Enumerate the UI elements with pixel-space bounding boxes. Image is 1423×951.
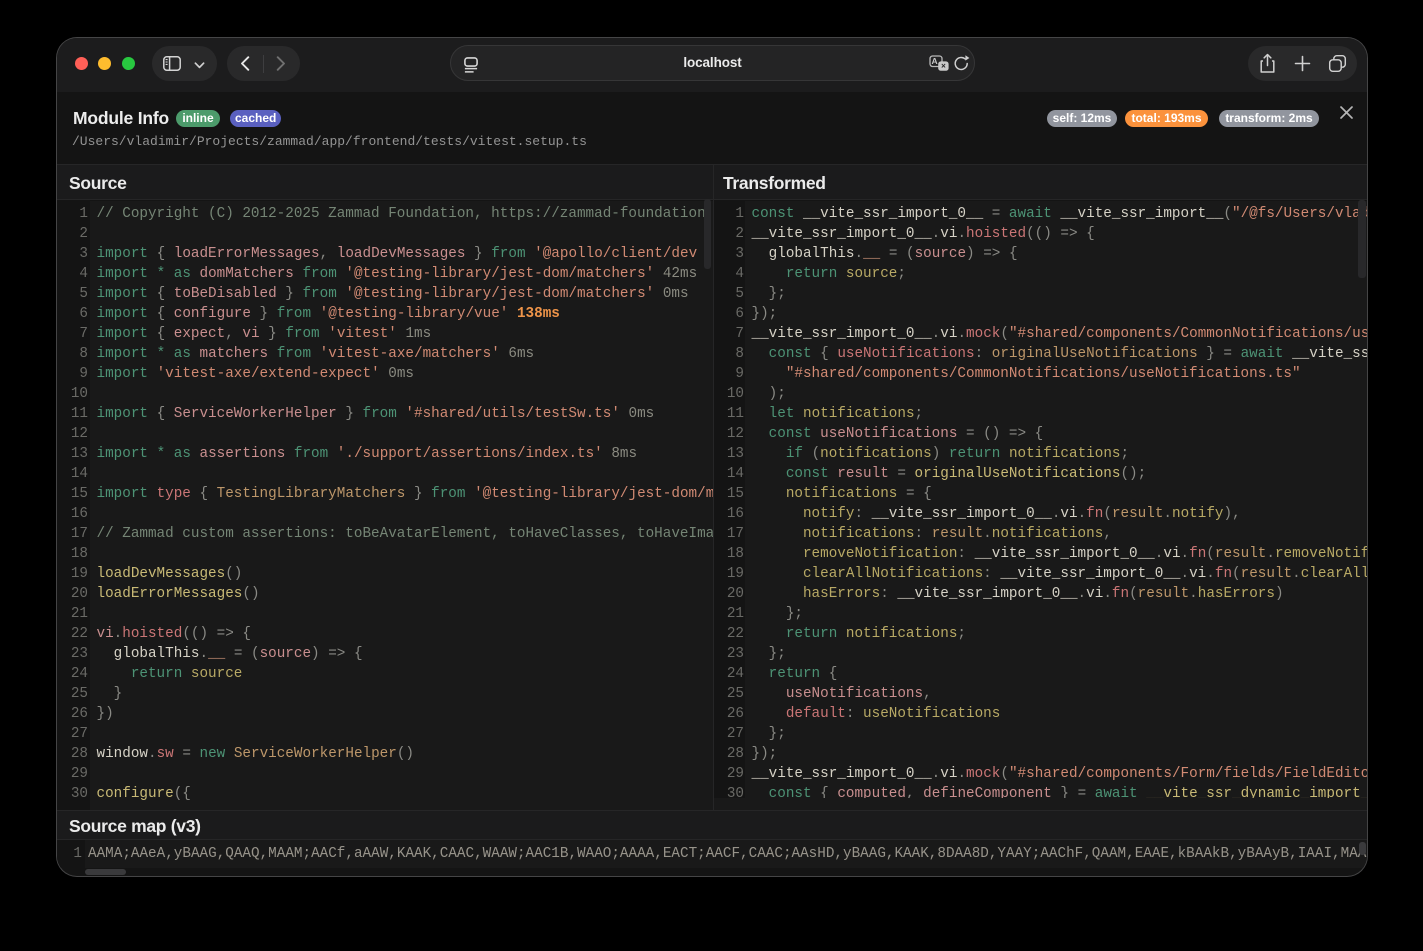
svg-text:×: × <box>941 62 946 71</box>
svg-text:A: A <box>932 56 938 66</box>
